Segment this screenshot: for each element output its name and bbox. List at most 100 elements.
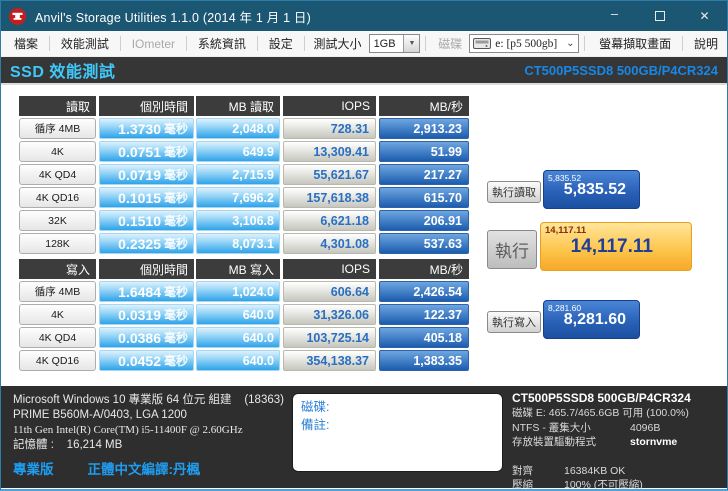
filesystem-label: NTFS - 叢集大小 — [512, 421, 591, 434]
response-time-cell: 0.0751 毫秒 — [99, 141, 194, 162]
total-score-value: 14,117.11 — [570, 236, 653, 257]
device-name: CT500P5SSD8 500GB/P4CR324 — [524, 62, 718, 78]
align-label: 對齊 — [512, 464, 533, 477]
menu-separator — [119, 36, 121, 51]
memory-size: 記憶體 : 16,214 MB — [13, 439, 123, 451]
minimize-button[interactable]: – — [592, 1, 637, 31]
mb-per-sec-cell: 615.70 — [379, 187, 469, 208]
menu-file[interactable]: 檔案 — [5, 31, 47, 56]
iops-cell: 55,621.67 — [283, 164, 376, 185]
mb-cell: 7,696.2 — [196, 187, 280, 208]
write-results-table: 寫入 個別時間 MB 寫入 IOPS MB/秒循序 4MB 1.6484 毫秒 1,024.0… — [19, 259, 469, 373]
table-row: 4K QD16 0.1015 毫秒 7,696.2 157,618.38 615.70 — [19, 187, 469, 208]
run-button[interactable]: 執行 — [487, 230, 537, 269]
dropdown-arrow-icon[interactable]: ▼ — [403, 35, 420, 52]
response-time-cell: 0.0719 毫秒 — [99, 164, 194, 185]
run-write-button[interactable]: 執行寫入 — [487, 311, 541, 333]
iops-cell: 606.64 — [283, 281, 376, 302]
column-header: 個別時間 — [99, 259, 194, 279]
menu-separator — [49, 36, 50, 51]
mb-cell: 640.0 — [196, 304, 280, 325]
column-header: MB 寫入 — [196, 259, 280, 279]
section-header: SSD 效能測試 CT500P5SSD8 500GB/P4CR324 — [1, 57, 727, 85]
mb-cell: 649.9 — [196, 141, 280, 162]
disk-value: e: [p5 500gb] — [495, 37, 558, 50]
column-header: IOPS — [283, 259, 376, 279]
drive-model: CT500P5SSD8 500GB/P4CR324 — [512, 391, 691, 405]
test-size-value: 1GB — [373, 37, 396, 50]
test-size-select[interactable]: 1GB ▼ — [368, 34, 421, 53]
table-row: 4K 0.0751 毫秒 649.9 13,309.41 51.99 — [19, 141, 469, 162]
column-header: 寫入 — [19, 259, 96, 279]
run-read-button[interactable]: 執行讀取 — [487, 181, 541, 203]
table-row: 4K QD4 0.0386 毫秒 640.0 103,725.14 405.18 — [19, 327, 469, 348]
test-size-label: 測試大小 — [313, 37, 362, 51]
driver-name: stornvme — [630, 436, 678, 448]
disk-label: 磁碟 — [438, 37, 463, 51]
column-header: MB/秒 — [379, 96, 469, 116]
mb-cell: 1,024.0 — [196, 281, 280, 302]
total-score-small: 14,117.11 — [545, 225, 587, 236]
table-row: 循序 4MB 1.3730 毫秒 2,048.0 728.31 2,913.23 — [19, 118, 469, 139]
chevron-down-icon[interactable]: ⌄ — [562, 38, 578, 49]
row-size-button[interactable]: 32K — [19, 210, 96, 231]
column-header: 讀取 — [19, 96, 96, 116]
mb-cell: 8,073.1 — [196, 233, 280, 254]
row-size-button[interactable]: 4K QD4 — [19, 327, 96, 348]
mb-per-sec-cell: 206.91 — [379, 210, 469, 231]
mb-per-sec-cell: 51.99 — [379, 141, 469, 162]
read-results-table: 讀取 個別時間 MB 讀取 IOPS MB/秒 循序 4MB 1.3730 毫秒 2,048.0… — [19, 96, 469, 256]
cluster-size: 4096B — [630, 421, 661, 434]
maximize-button[interactable] — [637, 1, 682, 31]
row-size-button[interactable]: 128K — [19, 233, 96, 254]
iops-cell: 157,618.38 — [283, 187, 376, 208]
mb-cell: 640.0 — [196, 350, 280, 371]
response-time-cell: 0.1510 毫秒 — [99, 210, 194, 231]
app-window: Anvil's Storage Utilities 1.1.0 (2014 年 … — [0, 0, 728, 491]
table-row: 128K 0.2325 毫秒 8,073.1 4,301.08 537.63 — [19, 233, 469, 254]
menu-iometer: IOmeter — [131, 36, 176, 51]
response-time-cell: 0.1015 毫秒 — [99, 187, 194, 208]
mb-cell: 640.0 — [196, 327, 280, 348]
mb-per-sec-cell: 2,913.23 — [379, 118, 469, 139]
mb-per-sec-cell: 537.63 — [379, 233, 469, 254]
motherboard: PRIME B560M-A/0403, LGA 1200 — [13, 409, 187, 421]
row-size-button[interactable]: 4K — [19, 141, 96, 162]
menu-benchmark[interactable]: 效能測試 — [52, 31, 118, 56]
response-time-cell: 1.6484 毫秒 — [99, 281, 194, 302]
response-time-cell: 1.3730 毫秒 — [99, 118, 194, 139]
iops-cell: 31,326.06 — [283, 304, 376, 325]
cpu-model: 11th Gen Intel(R) Core(TM) i5-11400F @ 2… — [13, 424, 243, 436]
close-button[interactable]: ✕ — [682, 1, 727, 31]
row-size-button[interactable]: 4K QD4 — [19, 164, 96, 185]
notes-box[interactable]: 磁碟: 備註: — [292, 393, 503, 472]
column-header: MB/秒 — [379, 259, 469, 279]
menu-settings[interactable]: 設定 — [260, 31, 302, 56]
response-time-cell: 0.2325 毫秒 — [99, 233, 194, 254]
window-title: Anvil's Storage Utilities 1.1.0 (2014 年 … — [35, 10, 311, 25]
mb-per-sec-cell: 1,383.35 — [379, 350, 469, 371]
menu-separator — [186, 36, 187, 51]
read-score-value: 5,835.52 — [563, 181, 626, 198]
iops-cell: 354,138.37 — [283, 350, 376, 371]
row-size-button[interactable]: 循序 4MB — [19, 281, 96, 302]
notes-disk-label: 磁碟: — [301, 400, 330, 414]
menu-screenshot[interactable]: 螢幕擷取畫面 — [590, 31, 680, 56]
mb-cell: 2,048.0 — [196, 118, 280, 139]
edition-label: 專業版 — [13, 462, 54, 477]
footer-panel: Microsoft Windows 10 專業版 64 位元 組建 (18363… — [1, 386, 727, 491]
row-size-button[interactable]: 循序 4MB — [19, 118, 96, 139]
compress-value: 100% (不可壓縮) — [564, 479, 643, 491]
menu-separator — [682, 36, 683, 51]
mb-per-sec-cell: 217.27 — [379, 164, 469, 185]
menu-system-info[interactable]: 系統資訊 — [189, 31, 255, 56]
row-size-button[interactable]: 4K QD16 — [19, 187, 96, 208]
row-size-button[interactable]: 4K QD16 — [19, 350, 96, 371]
notes-note-label: 備註: — [301, 418, 330, 432]
drive-icon — [473, 38, 492, 49]
translation-credit: 正體中文編譯:丹楓 — [87, 462, 201, 477]
menu-help[interactable]: 說明 — [685, 31, 727, 56]
disk-select[interactable]: e: [p5 500gb] ⌄ — [469, 34, 580, 53]
row-size-button[interactable]: 4K — [19, 304, 96, 325]
align-value: 16384KB OK — [564, 464, 626, 477]
